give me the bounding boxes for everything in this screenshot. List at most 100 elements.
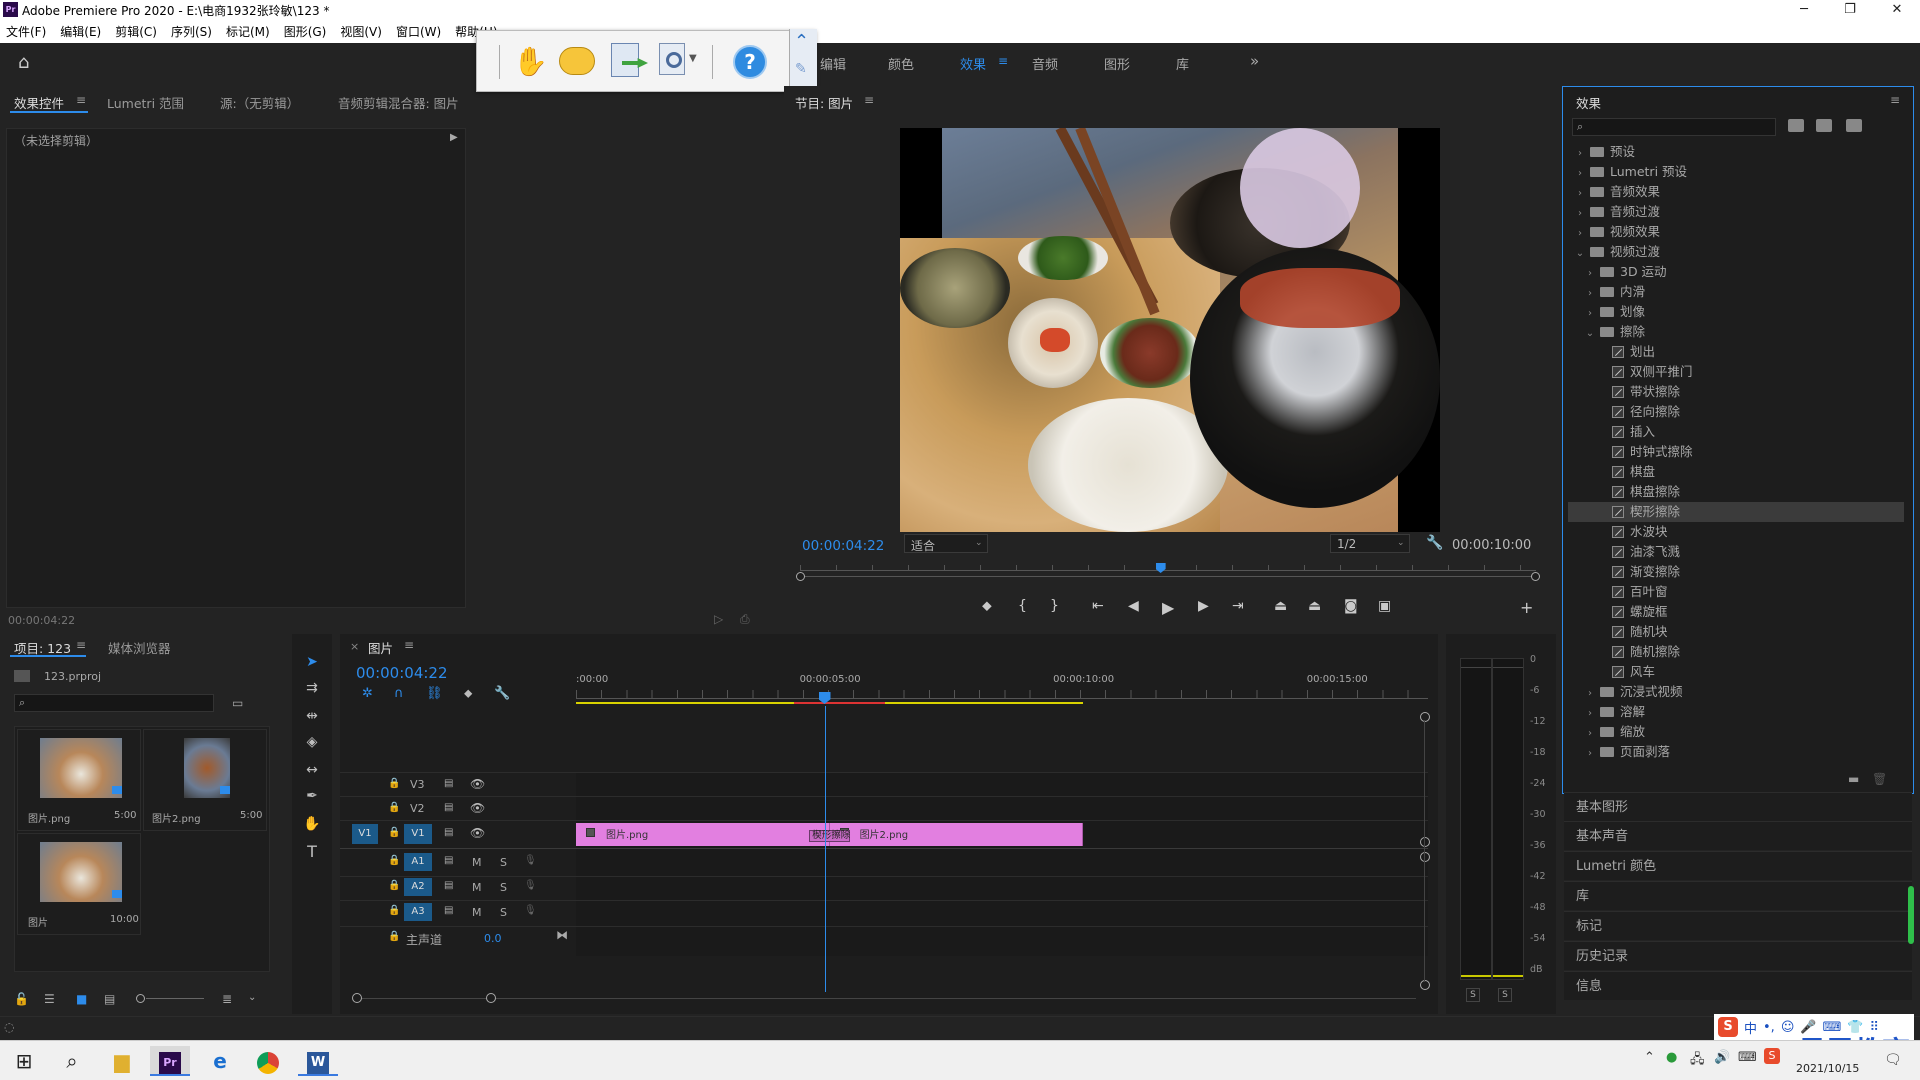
- effect-item[interactable]: 百叶窗: [1568, 582, 1904, 602]
- track-select-tool-icon[interactable]: ⇉: [300, 676, 324, 700]
- effect-item[interactable]: 油漆飞溅: [1568, 542, 1904, 562]
- sync-lock-icon[interactable]: ▤: [444, 827, 453, 838]
- effects-folder[interactable]: › 缩放: [1568, 722, 1904, 742]
- snap-icon[interactable]: ∩: [394, 686, 404, 701]
- track-a2-label[interactable]: A2: [404, 878, 432, 896]
- hand-tool-icon[interactable]: ✋: [300, 812, 324, 836]
- zoom-slider-handle[interactable]: [136, 994, 145, 1003]
- effect-item[interactable]: 径向擦除: [1568, 402, 1904, 422]
- effect-item[interactable]: 水波块: [1568, 522, 1904, 542]
- list-view-icon[interactable]: ☰: [44, 992, 55, 1006]
- effects-folder[interactable]: › 溶解: [1568, 702, 1904, 722]
- workspace-color[interactable]: 颜色: [888, 54, 914, 73]
- scroll-handle-right[interactable]: [486, 993, 496, 1003]
- lock-icon[interactable]: 🔒: [388, 880, 400, 891]
- menu-graphics[interactable]: 图形(G): [284, 23, 327, 40]
- menu-window[interactable]: 窗口(W): [396, 23, 441, 40]
- zoom-search-icon[interactable]: [659, 43, 685, 75]
- comment-icon[interactable]: [559, 47, 595, 75]
- search-icon[interactable]: ⌕: [52, 1046, 92, 1076]
- chevron-right-icon[interactable]: ›: [1584, 304, 1596, 324]
- eye-icon[interactable]: 👁: [470, 826, 485, 840]
- step-back-icon[interactable]: ◀: [1128, 598, 1139, 614]
- mic-icon[interactable]: 🎙: [524, 855, 537, 866]
- lift-icon[interactable]: ⏏: [1274, 598, 1287, 614]
- project-item[interactable]: 图片2.png 5:00: [143, 729, 267, 831]
- chevron-right-icon[interactable]: ›: [1584, 744, 1596, 764]
- lock-icon[interactable]: 🔒: [388, 827, 400, 838]
- chevron-down-icon[interactable]: ⌄: [1574, 244, 1586, 264]
- zoom-handle-left[interactable]: [796, 572, 805, 581]
- timeline-timecode[interactable]: 00:00:04:22: [356, 664, 448, 682]
- effect-item[interactable]: 螺旋框: [1568, 602, 1904, 622]
- effect-item[interactable]: 随机块: [1568, 622, 1904, 642]
- panel-libraries[interactable]: 库: [1564, 881, 1912, 910]
- home-icon[interactable]: ⌂: [18, 52, 29, 73]
- yuv-effects-icon[interactable]: [1846, 119, 1862, 132]
- workspace-effects[interactable]: 效果: [960, 54, 986, 73]
- program-menu-icon[interactable]: ≡: [864, 93, 874, 107]
- solo-left-button[interactable]: S: [1466, 988, 1480, 1002]
- close-tab-icon[interactable]: ×: [350, 640, 359, 653]
- tab-lumetri-scopes[interactable]: Lumetri 范围: [107, 93, 184, 112]
- icon-view-icon[interactable]: ■: [76, 992, 87, 1006]
- mark-out-icon[interactable]: }: [1050, 598, 1059, 614]
- chevron-right-icon[interactable]: ›: [1574, 144, 1586, 164]
- timeline-ruler[interactable]: :00:00 00:00:05:00 00:00:10:00 00:00:15:00: [576, 672, 1428, 706]
- audio-scroll-handle[interactable]: [1420, 980, 1430, 990]
- nest-toggle-icon[interactable]: ✲: [362, 686, 373, 701]
- word-taskbar-button[interactable]: W: [298, 1046, 338, 1076]
- sogou-tray-icon[interactable]: S: [1764, 1048, 1780, 1064]
- edge-icon[interactable]: e: [200, 1046, 240, 1076]
- linked-selection-icon[interactable]: ⛓: [426, 686, 443, 701]
- effects-folder[interactable]: › 音频过渡: [1568, 202, 1904, 222]
- effects-folder[interactable]: › 页面剥落: [1568, 742, 1904, 762]
- workspace-menu-icon[interactable]: ≡: [998, 54, 1008, 68]
- menu-sequence[interactable]: 序列(S): [171, 23, 212, 40]
- tray-chevron-icon[interactable]: ⌃: [1644, 1050, 1655, 1065]
- file-explorer-icon[interactable]: ▆: [102, 1046, 142, 1076]
- menu-clip[interactable]: 剪辑(C): [115, 23, 157, 40]
- chevron-right-icon[interactable]: ›: [1574, 184, 1586, 204]
- video-scroll-handle[interactable]: [1420, 837, 1430, 847]
- delete-icon[interactable]: 🗑: [1872, 772, 1887, 786]
- scroll-handle-left[interactable]: [352, 993, 362, 1003]
- panel-essential-graphics[interactable]: 基本图形: [1564, 792, 1912, 821]
- vertical-scrollbar[interactable]: [1424, 720, 1425, 982]
- sync-lock-icon[interactable]: ▤: [444, 880, 453, 891]
- effects-folder[interactable]: › 预设: [1568, 142, 1904, 162]
- timeline-tab[interactable]: 图片: [368, 638, 393, 657]
- sort-icon[interactable]: ≣: [222, 992, 232, 1006]
- solo-right-button[interactable]: S: [1498, 988, 1512, 1002]
- transition-clip[interactable]: 楔形擦除: [809, 830, 850, 842]
- effects-folder[interactable]: ⌄ 擦除: [1568, 322, 1904, 342]
- mute-button[interactable]: M: [472, 856, 482, 869]
- sync-lock-icon[interactable]: ▤: [444, 802, 453, 813]
- lock-icon[interactable]: 🔒: [388, 931, 400, 942]
- project-item[interactable]: 图片 10:00: [17, 833, 141, 935]
- mute-button[interactable]: M: [472, 881, 482, 894]
- sync-lock-icon[interactable]: ▤: [444, 855, 453, 866]
- chevron-right-icon[interactable]: ›: [1574, 164, 1586, 184]
- effect-item[interactable]: 随机擦除: [1568, 642, 1904, 662]
- freeform-view-icon[interactable]: ▤: [104, 992, 115, 1006]
- hand-icon[interactable]: ✋: [513, 45, 548, 78]
- workspace-more-icon[interactable]: »: [1250, 52, 1259, 70]
- zoom-slider[interactable]: [146, 998, 204, 999]
- mic-icon[interactable]: 🎙: [524, 905, 537, 916]
- effect-item[interactable]: 风车: [1568, 662, 1904, 682]
- razor-tool-icon[interactable]: ◈: [300, 730, 324, 754]
- program-playhead[interactable]: [1155, 563, 1166, 573]
- tab-effect-controls[interactable]: 效果控件: [14, 93, 64, 112]
- track-a1-label[interactable]: A1: [404, 853, 432, 871]
- program-timecode[interactable]: 00:00:04:22: [802, 538, 884, 554]
- chevron-right-icon[interactable]: ›: [1584, 724, 1596, 744]
- selection-tool-icon[interactable]: ➤: [300, 650, 324, 674]
- menu-file[interactable]: 文件(F): [6, 23, 46, 40]
- zoom-handle-right[interactable]: [1531, 572, 1540, 581]
- ripple-edit-tool-icon[interactable]: ⇹: [300, 704, 324, 728]
- chevron-right-icon[interactable]: ›: [1574, 204, 1586, 224]
- pin-icon[interactable]: ✎: [795, 61, 807, 77]
- panel-essential-sound[interactable]: 基本声音: [1564, 821, 1912, 850]
- eye-icon[interactable]: 👁: [470, 801, 485, 815]
